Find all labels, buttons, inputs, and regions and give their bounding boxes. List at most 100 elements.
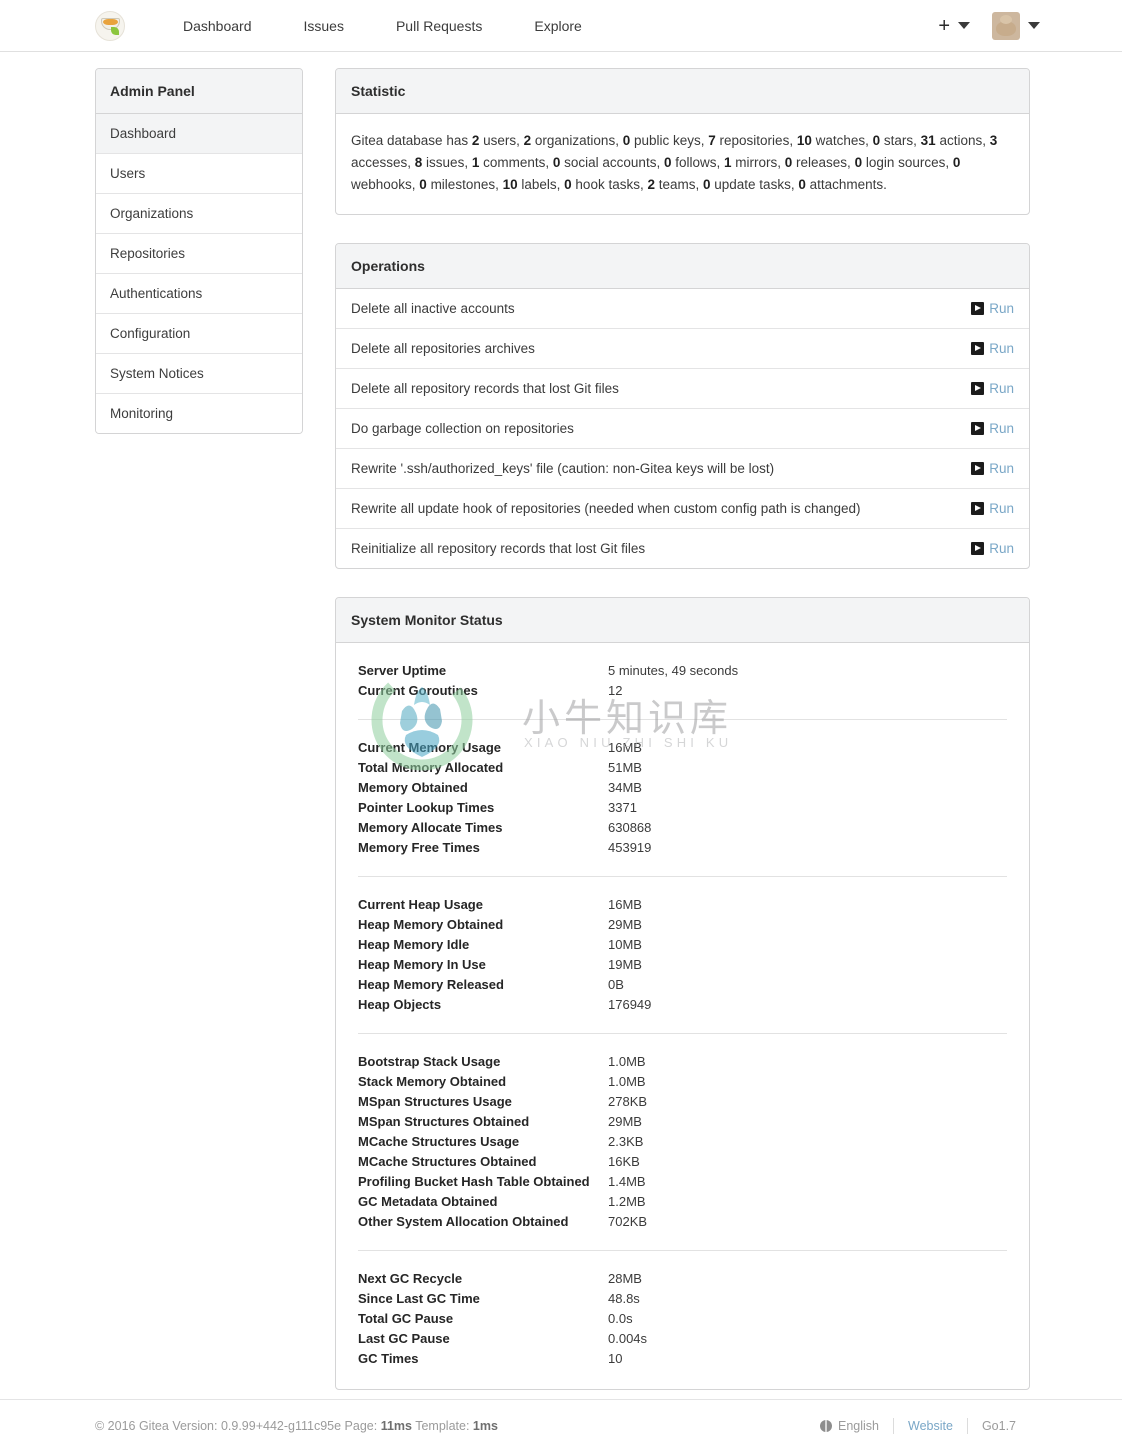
stat-label-mirrors: mirrors,	[732, 155, 785, 170]
nav-item-issues[interactable]: Issues	[278, 0, 370, 52]
monitor-value: 28MB	[608, 1269, 642, 1289]
run-button[interactable]: Run	[971, 501, 1014, 516]
sidebar-item-configuration[interactable]: Configuration	[96, 314, 302, 354]
gitea-logo[interactable]	[95, 11, 125, 41]
sidebar-item-monitoring[interactable]: Monitoring	[96, 394, 302, 433]
system-monitor-panel: System Monitor Status 小牛知识库 XIAO NIU ZHI…	[335, 597, 1030, 1390]
monitor-row: Heap Memory Idle 10MB	[358, 935, 1007, 955]
monitor-row: GC Metadata Obtained 1.2MB	[358, 1192, 1007, 1212]
monitor-row: Since Last GC Time 48.8s	[358, 1289, 1007, 1309]
monitor-row: Heap Memory In Use 19MB	[358, 955, 1007, 975]
operations-panel: Operations Delete all inactive accounts …	[335, 243, 1030, 569]
monitor-label: MSpan Structures Obtained	[358, 1112, 608, 1132]
run-label: Run	[989, 341, 1014, 356]
chevron-down-icon	[958, 22, 970, 29]
sidebar-item-organizations[interactable]: Organizations	[96, 194, 302, 234]
footer-right: English Website Go1.7	[806, 1418, 1030, 1434]
divider	[358, 1250, 1007, 1251]
monitor-label: Heap Memory Obtained	[358, 915, 608, 935]
run-button[interactable]: Run	[971, 301, 1014, 316]
stat-label-actions: actions,	[936, 133, 990, 148]
monitor-value: 29MB	[608, 1112, 642, 1132]
system-monitor-body: 小牛知识库 XIAO NIU ZHI SHI KU Server Uptime …	[336, 643, 1029, 1389]
language-selector[interactable]: English	[806, 1418, 893, 1434]
operation-row: Delete all repositories archives Run	[336, 329, 1029, 369]
monitor-row: MSpan Structures Obtained 29MB	[358, 1112, 1007, 1132]
monitor-row: Stack Memory Obtained 1.0MB	[358, 1072, 1007, 1092]
run-button[interactable]: Run	[971, 461, 1014, 476]
user-menu-button[interactable]	[992, 12, 1040, 40]
monitor-label: Total Memory Allocated	[358, 758, 608, 778]
stat-count-watches: 10	[797, 133, 812, 148]
monitor-row: Heap Memory Released 0B	[358, 975, 1007, 995]
run-button[interactable]: Run	[971, 421, 1014, 436]
nav-item-explore[interactable]: Explore	[508, 0, 607, 52]
chevron-down-icon	[1028, 22, 1040, 29]
main-content: Statistic Gitea database has 2 users, 2 …	[335, 68, 1030, 1418]
stat-label-follows: follows,	[671, 155, 724, 170]
monitor-row: Current Memory Usage 16MB	[358, 738, 1007, 758]
stat-label-update-tasks: update tasks,	[711, 177, 799, 192]
sidebar-item-repositories[interactable]: Repositories	[96, 234, 302, 274]
monitor-label: Bootstrap Stack Usage	[358, 1052, 608, 1072]
footer-copyright-text: © 2016 Gitea Version: 0.9.99+442-g111c95…	[95, 1419, 381, 1433]
globe-icon	[820, 1420, 832, 1432]
footer-template-prefix: Template:	[412, 1419, 473, 1433]
sidebar-title: Admin Panel	[96, 69, 302, 114]
nav-item-dashboard[interactable]: Dashboard	[157, 0, 278, 52]
monitor-value: 29MB	[608, 915, 642, 935]
monitor-row: Bootstrap Stack Usage 1.0MB	[358, 1052, 1007, 1072]
sidebar-item-users[interactable]: Users	[96, 154, 302, 194]
run-button[interactable]: Run	[971, 381, 1014, 396]
stat-label-milestones: milestones,	[427, 177, 503, 192]
operation-row: Do garbage collection on repositories Ru…	[336, 409, 1029, 449]
play-icon	[971, 422, 984, 435]
admin-sidebar: Admin Panel Dashboard Users Organization…	[95, 68, 303, 434]
top-navbar: Dashboard Issues Pull Requests Explore +	[0, 0, 1122, 52]
monitor-label: Memory Free Times	[358, 838, 608, 858]
page-container: Admin Panel Dashboard Users Organization…	[0, 52, 1122, 1418]
footer-page-time: 11ms	[381, 1419, 412, 1433]
sidebar-item-dashboard[interactable]: Dashboard	[96, 114, 302, 154]
monitor-group-memory: Current Memory Usage 16MB Total Memory A…	[358, 738, 1007, 858]
monitor-label: Stack Memory Obtained	[358, 1072, 608, 1092]
monitor-row: Heap Memory Obtained 29MB	[358, 915, 1007, 935]
sidebar-item-authentications[interactable]: Authentications	[96, 274, 302, 314]
operation-row: Delete all inactive accounts Run	[336, 289, 1029, 329]
monitor-row: Total GC Pause 0.0s	[358, 1309, 1007, 1329]
monitor-value: 2.3KB	[608, 1132, 643, 1152]
website-link[interactable]: Website	[894, 1418, 967, 1434]
run-label: Run	[989, 301, 1014, 316]
monitor-value: 16MB	[608, 738, 642, 758]
monitor-label: Profiling Bucket Hash Table Obtained	[358, 1172, 608, 1192]
navbar-right: +	[938, 12, 1040, 40]
run-button[interactable]: Run	[971, 341, 1014, 356]
monitor-label: Server Uptime	[358, 661, 608, 681]
statistic-panel-title: Statistic	[336, 69, 1029, 114]
operation-label: Reinitialize all repository records that…	[351, 541, 971, 556]
monitor-value: 16MB	[608, 895, 642, 915]
stat-label-social-accounts: social accounts,	[560, 155, 664, 170]
run-button[interactable]: Run	[971, 541, 1014, 556]
operation-row: Rewrite '.ssh/authorized_keys' file (cau…	[336, 449, 1029, 489]
play-icon	[971, 302, 984, 315]
create-menu-button[interactable]: +	[938, 16, 970, 36]
play-icon	[971, 342, 984, 355]
stat-count-teams: 2	[647, 177, 655, 192]
nav-item-pull-requests[interactable]: Pull Requests	[370, 0, 508, 52]
monitor-value: 176949	[608, 995, 651, 1015]
sidebar-item-system-notices[interactable]: System Notices	[96, 354, 302, 394]
operation-row: Rewrite all update hook of repositories …	[336, 489, 1029, 529]
run-label: Run	[989, 501, 1014, 516]
monitor-row: Last GC Pause 0.004s	[358, 1329, 1007, 1349]
monitor-label: Next GC Recycle	[358, 1269, 608, 1289]
footer-copyright: © 2016 Gitea Version: 0.9.99+442-g111c95…	[95, 1419, 498, 1433]
operation-label: Delete all inactive accounts	[351, 301, 971, 316]
run-label: Run	[989, 381, 1014, 396]
stat-label-users: users,	[479, 133, 523, 148]
monitor-value: 5 minutes, 49 seconds	[608, 661, 738, 681]
monitor-row: GC Times 10	[358, 1349, 1007, 1369]
monitor-row: Other System Allocation Obtained 702KB	[358, 1212, 1007, 1232]
run-label: Run	[989, 421, 1014, 436]
monitor-label: GC Times	[358, 1349, 608, 1369]
